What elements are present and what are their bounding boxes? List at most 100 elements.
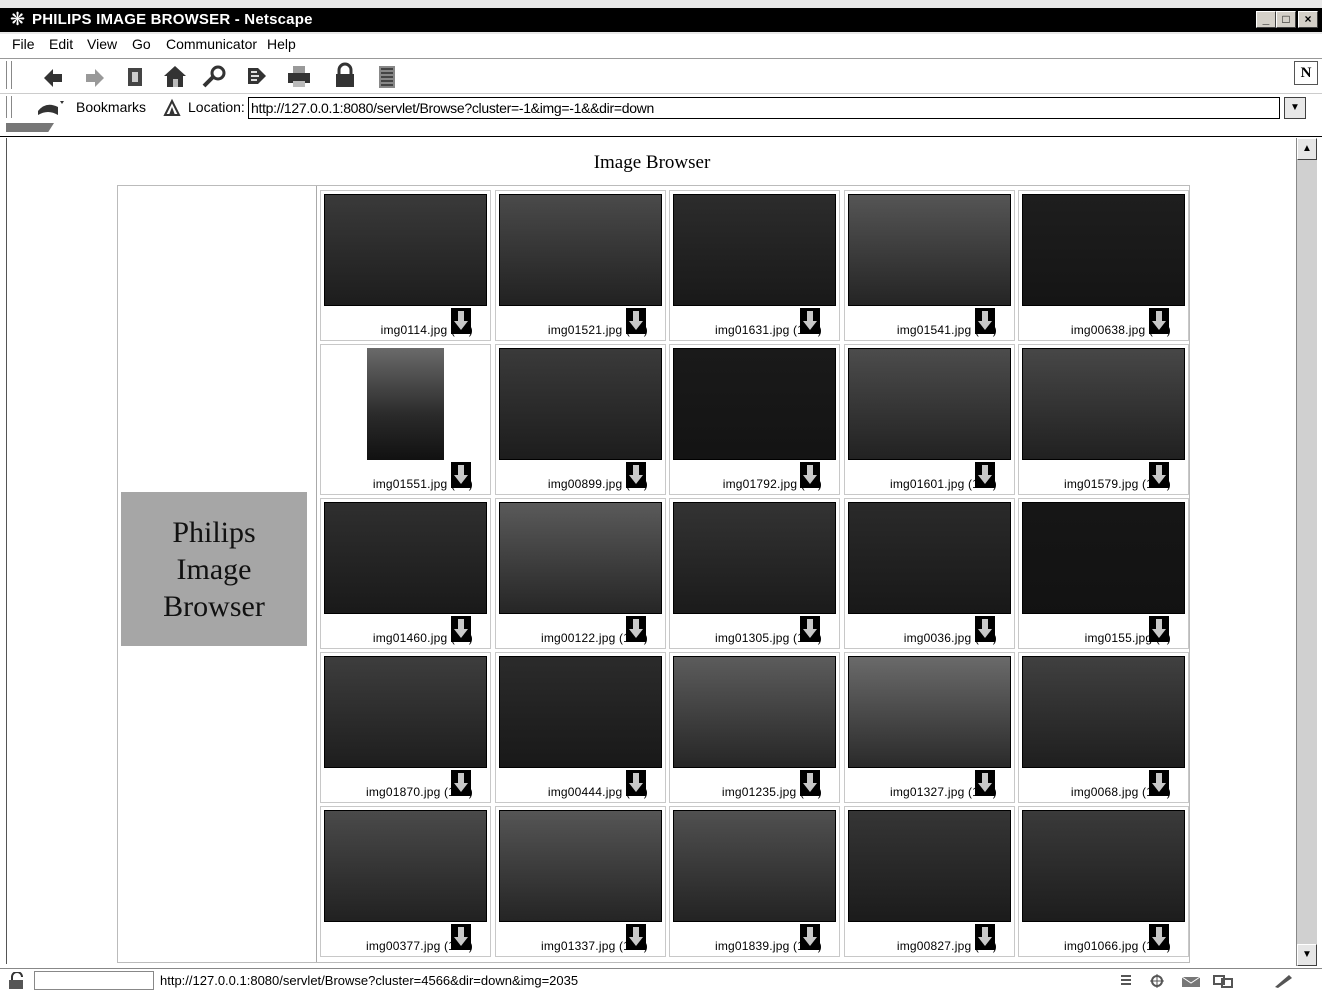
down-arrow-icon[interactable]	[800, 462, 820, 488]
component-bar-icon[interactable]	[1118, 973, 1140, 989]
down-arrow-icon[interactable]	[975, 924, 995, 950]
image-cell: img01551.jpg (24)	[320, 344, 491, 495]
down-arrow-icon[interactable]	[1149, 616, 1169, 642]
image-thumbnail[interactable]	[1022, 502, 1185, 614]
menu-view[interactable]: View	[87, 36, 117, 52]
image-cell: img01631.jpg (160)	[669, 190, 840, 341]
location-input[interactable]: http://127.0.0.1:8080/servlet/Browse?clu…	[248, 97, 1280, 119]
menu-file[interactable]: File	[12, 36, 35, 52]
down-arrow-icon[interactable]	[451, 308, 471, 334]
image-thumbnail[interactable]	[673, 348, 836, 460]
print-icon[interactable]	[284, 62, 314, 90]
bookmarks-button[interactable]: Bookmarks	[76, 99, 146, 115]
image-thumbnail[interactable]	[848, 656, 1011, 768]
down-arrow-icon[interactable]	[626, 616, 646, 642]
image-thumbnail[interactable]	[848, 348, 1011, 460]
image-thumbnail[interactable]	[1022, 348, 1185, 460]
image-thumbnail[interactable]	[324, 194, 487, 306]
image-thumbnail[interactable]	[324, 502, 487, 614]
image-cell: img00638.jpg (73)	[1018, 190, 1189, 341]
down-arrow-icon[interactable]	[800, 770, 820, 796]
image-cell: img00122.jpg (105)	[495, 498, 666, 649]
image-thumbnail[interactable]	[499, 656, 662, 768]
image-thumbnail[interactable]	[1022, 810, 1185, 922]
image-cell: img00899.jpg (93)	[495, 344, 666, 495]
image-thumbnail[interactable]	[673, 810, 836, 922]
image-cell: img01870.jpg (183)	[320, 652, 491, 803]
location-dropdown-button[interactable]: ▼	[1284, 97, 1306, 119]
security-lock-icon[interactable]	[6, 971, 28, 990]
image-thumbnail[interactable]	[848, 502, 1011, 614]
image-thumbnail[interactable]	[499, 348, 662, 460]
down-arrow-icon[interactable]	[451, 770, 471, 796]
down-arrow-icon[interactable]	[975, 462, 995, 488]
netscape-guide-icon[interactable]	[242, 62, 272, 90]
menu-go[interactable]: Go	[132, 36, 151, 52]
minimize-button[interactable]: _	[1256, 11, 1276, 28]
security-icon[interactable]	[330, 62, 360, 90]
image-cell: img01305.jpg (124)	[669, 498, 840, 649]
image-thumbnail[interactable]	[499, 194, 662, 306]
down-arrow-icon[interactable]	[975, 308, 995, 334]
collapse-tab[interactable]	[6, 123, 54, 132]
scroll-down-button[interactable]: ▼	[1297, 944, 1317, 966]
image-thumbnail[interactable]	[848, 194, 1011, 306]
image-thumbnail[interactable]	[673, 194, 836, 306]
reload-icon[interactable]	[120, 62, 150, 90]
page-proxy-icon[interactable]	[162, 98, 182, 118]
forward-icon[interactable]	[80, 62, 110, 90]
down-arrow-icon[interactable]	[1149, 308, 1169, 334]
discussion-icon[interactable]	[1212, 973, 1234, 989]
maximize-button[interactable]: □	[1276, 11, 1296, 28]
image-thumbnail[interactable]	[1022, 194, 1185, 306]
menu-edit[interactable]: Edit	[49, 36, 73, 52]
down-arrow-icon[interactable]	[975, 770, 995, 796]
image-thumbnail[interactable]	[324, 810, 487, 922]
bookmarks-icon[interactable]	[36, 97, 68, 119]
toolbar-grip[interactable]	[6, 61, 12, 89]
down-arrow-icon[interactable]	[626, 462, 646, 488]
scroll-up-button[interactable]: ▲	[1297, 138, 1317, 160]
menu-communicator[interactable]: Communicator	[166, 36, 257, 52]
location-grip[interactable]	[6, 96, 12, 118]
search-icon[interactable]	[200, 62, 230, 90]
down-arrow-icon[interactable]	[800, 924, 820, 950]
netscape-logo[interactable]: N	[1294, 61, 1318, 85]
down-arrow-icon[interactable]	[626, 308, 646, 334]
down-arrow-icon[interactable]	[626, 924, 646, 950]
stop-icon[interactable]	[372, 62, 402, 90]
down-arrow-icon[interactable]	[975, 616, 995, 642]
image-thumbnail[interactable]	[848, 810, 1011, 922]
image-thumbnail[interactable]	[1022, 656, 1185, 768]
navigator-icon[interactable]	[1146, 973, 1168, 989]
down-arrow-icon[interactable]	[1149, 462, 1169, 488]
image-cell: img01839.jpg (130)	[669, 806, 840, 957]
menu-bar: File Edit View Go Communicator Help	[0, 34, 1322, 58]
image-cell: img01337.jpg (159)	[495, 806, 666, 957]
close-button[interactable]: ×	[1298, 11, 1318, 28]
image-thumbnail[interactable]	[324, 656, 487, 768]
down-arrow-icon[interactable]	[626, 770, 646, 796]
image-thumbnail[interactable]	[367, 348, 444, 460]
down-arrow-icon[interactable]	[1149, 924, 1169, 950]
status-bar: http://127.0.0.1:8080/servlet/Browse?clu…	[0, 968, 1322, 993]
composer-icon[interactable]	[1272, 973, 1294, 989]
vertical-scrollbar[interactable]: ▲ ▼	[1296, 138, 1317, 966]
image-thumbnail[interactable]	[499, 502, 662, 614]
menu-help[interactable]: Help	[267, 36, 296, 52]
down-arrow-icon[interactable]	[800, 308, 820, 334]
down-arrow-icon[interactable]	[451, 616, 471, 642]
down-arrow-icon[interactable]	[451, 462, 471, 488]
image-thumbnail[interactable]	[673, 502, 836, 614]
image-thumbnail[interactable]	[673, 656, 836, 768]
mail-icon[interactable]	[1180, 973, 1202, 989]
image-thumbnail[interactable]	[499, 810, 662, 922]
location-label: Location:	[188, 99, 245, 115]
down-arrow-icon[interactable]	[800, 616, 820, 642]
down-arrow-icon[interactable]	[451, 924, 471, 950]
back-icon[interactable]	[38, 62, 68, 90]
home-icon[interactable]	[160, 62, 190, 90]
down-arrow-icon[interactable]	[1149, 770, 1169, 796]
image-cell: img01235.jpg (28)	[669, 652, 840, 803]
brand-block[interactable]: Philips Image Browser	[121, 492, 307, 646]
